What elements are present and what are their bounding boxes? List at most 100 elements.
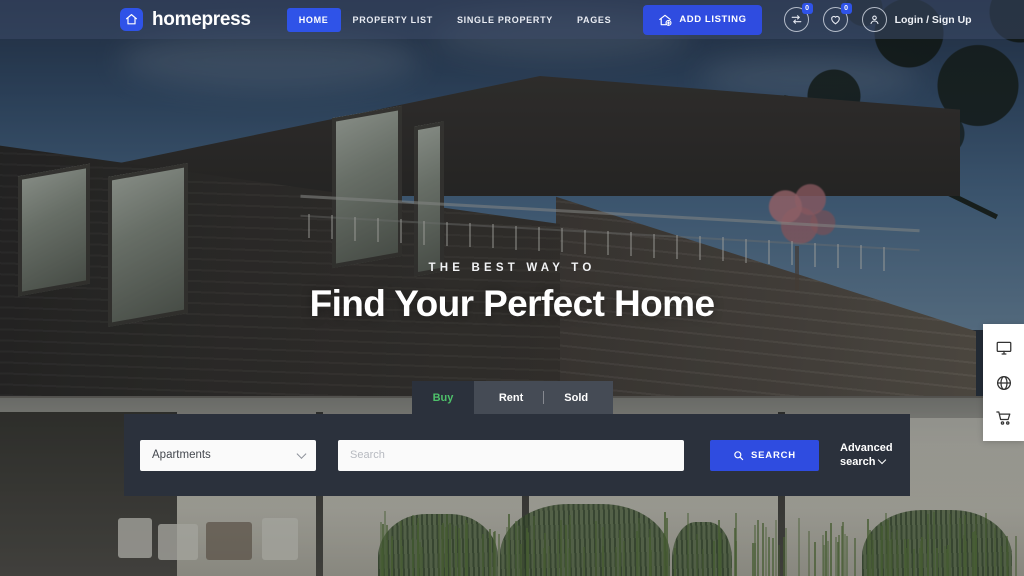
nav-item-pages[interactable]: PAGES bbox=[565, 8, 623, 32]
railing-post bbox=[745, 239, 747, 263]
nav-item-single-property[interactable]: SINGLE PROPERTY bbox=[445, 8, 565, 32]
railing-post bbox=[423, 221, 425, 245]
add-listing-button[interactable]: ADD LISTING bbox=[643, 5, 761, 35]
cart-button[interactable] bbox=[993, 407, 1015, 429]
nav-item-home[interactable]: HOME bbox=[287, 8, 341, 32]
grass-blade bbox=[880, 522, 882, 576]
chevron-down-icon bbox=[878, 456, 886, 464]
grass-blade bbox=[783, 537, 785, 576]
grass-blade bbox=[400, 521, 402, 576]
grass-blade bbox=[1015, 536, 1017, 576]
grass-blade bbox=[482, 534, 484, 576]
hero-headline: Find Your Perfect Home bbox=[0, 283, 1024, 325]
listing-type-tabs: Buy Rent Sold bbox=[412, 381, 613, 414]
grass-blade bbox=[808, 531, 810, 576]
grass-blade bbox=[674, 548, 676, 576]
desktop-view-button[interactable] bbox=[993, 337, 1015, 359]
page-root: homepress HOME PROPERTY LIST SINGLE PROP… bbox=[0, 0, 1024, 576]
grass-blade bbox=[438, 514, 440, 576]
language-button[interactable] bbox=[993, 372, 1015, 394]
search-input[interactable]: Search bbox=[338, 440, 684, 471]
grass-blade bbox=[921, 537, 923, 576]
grass-blade bbox=[936, 548, 938, 576]
railing-post bbox=[354, 217, 356, 241]
grass-blade bbox=[382, 524, 384, 576]
user-icon bbox=[862, 7, 887, 32]
tab-sold[interactable]: Sold bbox=[544, 392, 608, 404]
search-button[interactable]: SEARCH bbox=[710, 440, 819, 471]
grass-blade bbox=[533, 516, 535, 576]
grass-blade bbox=[391, 538, 393, 576]
grass-blade bbox=[666, 518, 668, 576]
category-select[interactable]: Apartments bbox=[140, 440, 316, 471]
railing-post bbox=[561, 228, 563, 252]
grass-blade bbox=[765, 527, 767, 576]
brand-logo[interactable]: homepress bbox=[120, 8, 251, 31]
grass-blade bbox=[798, 518, 800, 576]
floating-side-panel bbox=[983, 324, 1024, 441]
grass-blade bbox=[927, 547, 929, 576]
globe-icon bbox=[995, 374, 1013, 392]
grass-blade bbox=[837, 542, 839, 576]
grass-blade bbox=[1006, 536, 1008, 576]
grass-blade bbox=[386, 525, 388, 576]
favorites-button[interactable]: 0 bbox=[823, 7, 848, 32]
advanced-search-toggle[interactable]: Advanced search bbox=[840, 441, 893, 469]
grass-blade bbox=[493, 532, 495, 576]
tab-buy[interactable]: Buy bbox=[412, 381, 474, 414]
grass-blade bbox=[772, 538, 774, 576]
grass-blade bbox=[830, 523, 832, 576]
grass-blade bbox=[619, 530, 621, 576]
grass-blade bbox=[888, 541, 890, 576]
grass-blade bbox=[891, 532, 893, 576]
grass-blade bbox=[412, 515, 414, 576]
advanced-search-label: search bbox=[840, 456, 875, 468]
grass-blade bbox=[854, 538, 856, 576]
railing-post bbox=[722, 237, 724, 261]
compare-button[interactable]: 0 bbox=[784, 7, 809, 32]
grass-blade bbox=[583, 547, 585, 576]
railing-post bbox=[768, 240, 770, 264]
grass-blade bbox=[985, 513, 987, 576]
login-label: Login / Sign Up bbox=[895, 14, 972, 26]
grass-blade bbox=[718, 520, 720, 576]
grass-blade bbox=[814, 542, 816, 576]
nav-item-property-list[interactable]: PROPERTY LIST bbox=[341, 8, 445, 32]
grass-blade bbox=[595, 521, 597, 576]
grass-blade bbox=[638, 518, 640, 576]
grass-blade bbox=[720, 533, 722, 576]
grass-blade bbox=[649, 538, 651, 576]
grass-blade bbox=[489, 529, 491, 576]
grass-blade bbox=[735, 513, 737, 576]
grass-blade bbox=[754, 543, 756, 576]
railing-post bbox=[400, 219, 402, 243]
favorites-count-badge: 0 bbox=[841, 3, 852, 14]
grass-blade bbox=[768, 537, 770, 576]
monitor-icon bbox=[995, 339, 1013, 357]
railing-post bbox=[331, 215, 333, 239]
railing-post bbox=[469, 223, 471, 247]
grass-blade bbox=[974, 531, 976, 576]
grass-blade bbox=[569, 515, 571, 576]
grass-blade bbox=[959, 518, 961, 576]
add-listing-label: ADD LISTING bbox=[679, 14, 746, 25]
grass-blade bbox=[785, 528, 787, 576]
grass-blade bbox=[687, 513, 689, 576]
header-icon-group: 0 0 bbox=[784, 7, 848, 32]
login-signup-button[interactable]: Login / Sign Up bbox=[862, 7, 972, 32]
home-plus-icon bbox=[658, 13, 672, 27]
railing-post bbox=[377, 218, 379, 242]
grass-blade bbox=[518, 526, 520, 576]
grass-blade bbox=[459, 538, 461, 576]
grass-blade bbox=[560, 520, 562, 576]
heart-icon bbox=[829, 13, 842, 26]
grass-blade bbox=[565, 525, 567, 576]
advanced-search-line1: Advanced bbox=[840, 441, 893, 455]
grass-blade bbox=[465, 520, 467, 576]
grass-blade bbox=[527, 533, 529, 576]
home-icon bbox=[120, 8, 143, 31]
grass-blade bbox=[445, 527, 447, 576]
grass-blade bbox=[442, 548, 444, 576]
grass-blade bbox=[498, 534, 500, 576]
tab-rent[interactable]: Rent bbox=[479, 392, 543, 404]
